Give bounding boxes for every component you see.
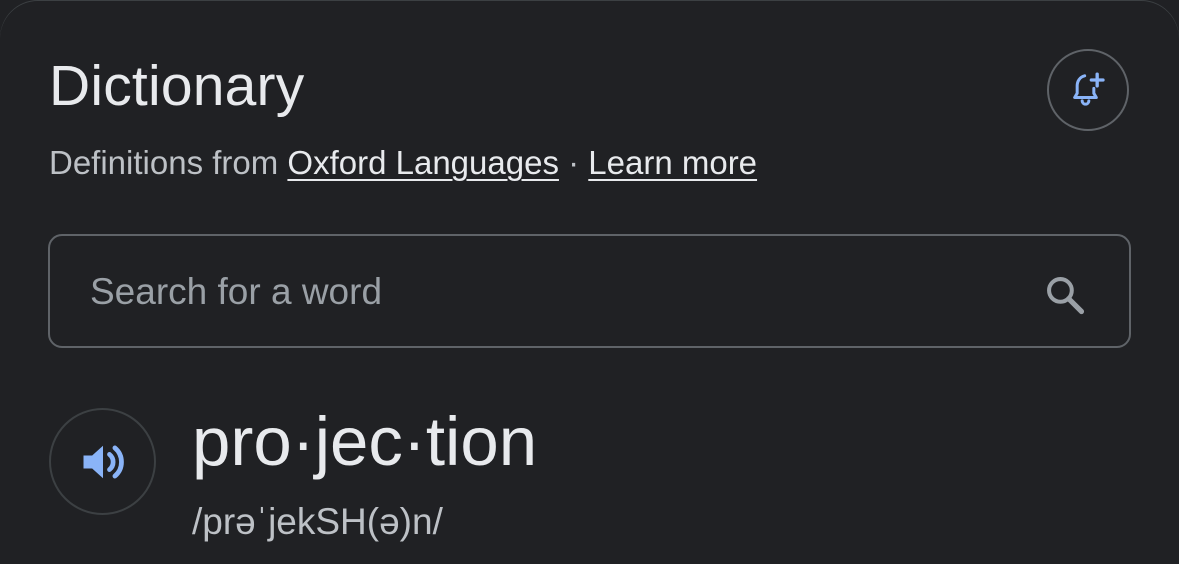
- search-icon[interactable]: [1043, 273, 1087, 317]
- dictionary-title: Dictionary: [49, 54, 305, 118]
- bell-plus-icon: [1073, 72, 1105, 106]
- learn-more-link[interactable]: Learn more: [588, 144, 757, 181]
- phonetic-transcription: /prəˈjekSH(ə)n/: [192, 501, 443, 542]
- oxford-languages-link[interactable]: Oxford Languages: [287, 144, 559, 181]
- dictionary-card: Dictionary Definitions from Oxford Langu…: [0, 0, 1179, 564]
- search-input[interactable]: [88, 236, 992, 348]
- headword: pro·jec·tion: [192, 403, 538, 480]
- separator: ·: [558, 144, 589, 181]
- add-alert-button[interactable]: [1047, 49, 1129, 131]
- source-line: Definitions from Oxford Languages · Lear…: [49, 141, 757, 185]
- pronunciation-audio-button[interactable]: [49, 408, 156, 515]
- word-search-box[interactable]: [48, 234, 1131, 348]
- source-prefix: Definitions from: [49, 144, 288, 181]
- speaker-icon: [83, 445, 124, 478]
